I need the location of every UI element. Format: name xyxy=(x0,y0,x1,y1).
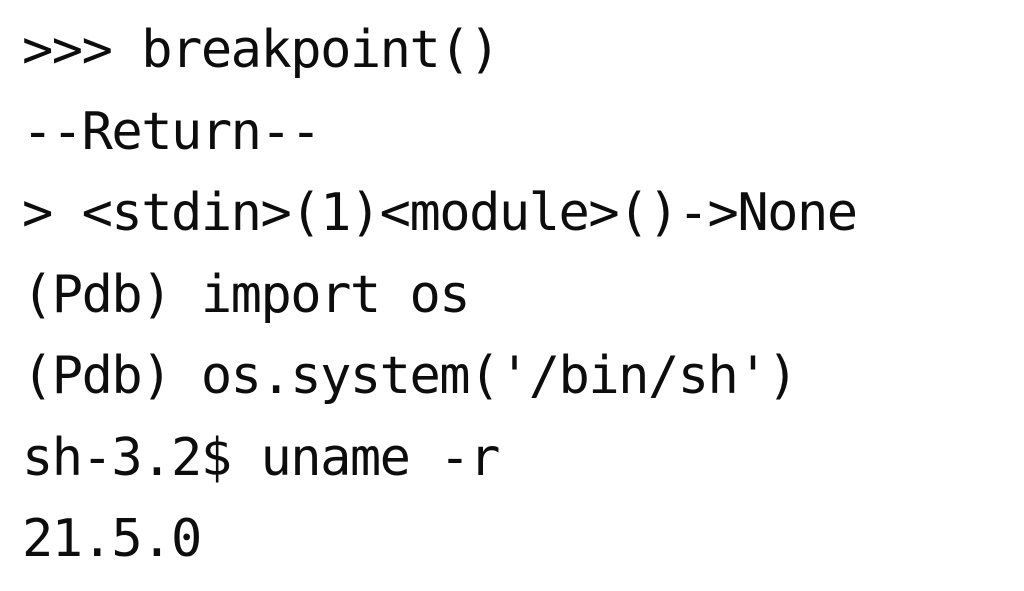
shell-uname-output-line: 21.5.0 xyxy=(22,509,202,569)
shell-uname-command-line: sh-3.2$ uname -r xyxy=(22,427,500,488)
pdb-os-system-line: (Pdb) os.system('/bin/sh') xyxy=(22,346,798,406)
terminal-output[interactable]: >>> breakpoint() --Return-- > <stdin>(1)… xyxy=(0,0,1024,591)
pdb-import-os-line: (Pdb) import os xyxy=(22,264,471,325)
pdb-location-line: > <stdin>(1)<module>()->None xyxy=(22,183,858,243)
repl-prompt-breakpoint-line: >>> breakpoint() xyxy=(22,20,500,80)
pdb-return-line: --Return-- xyxy=(22,101,322,162)
